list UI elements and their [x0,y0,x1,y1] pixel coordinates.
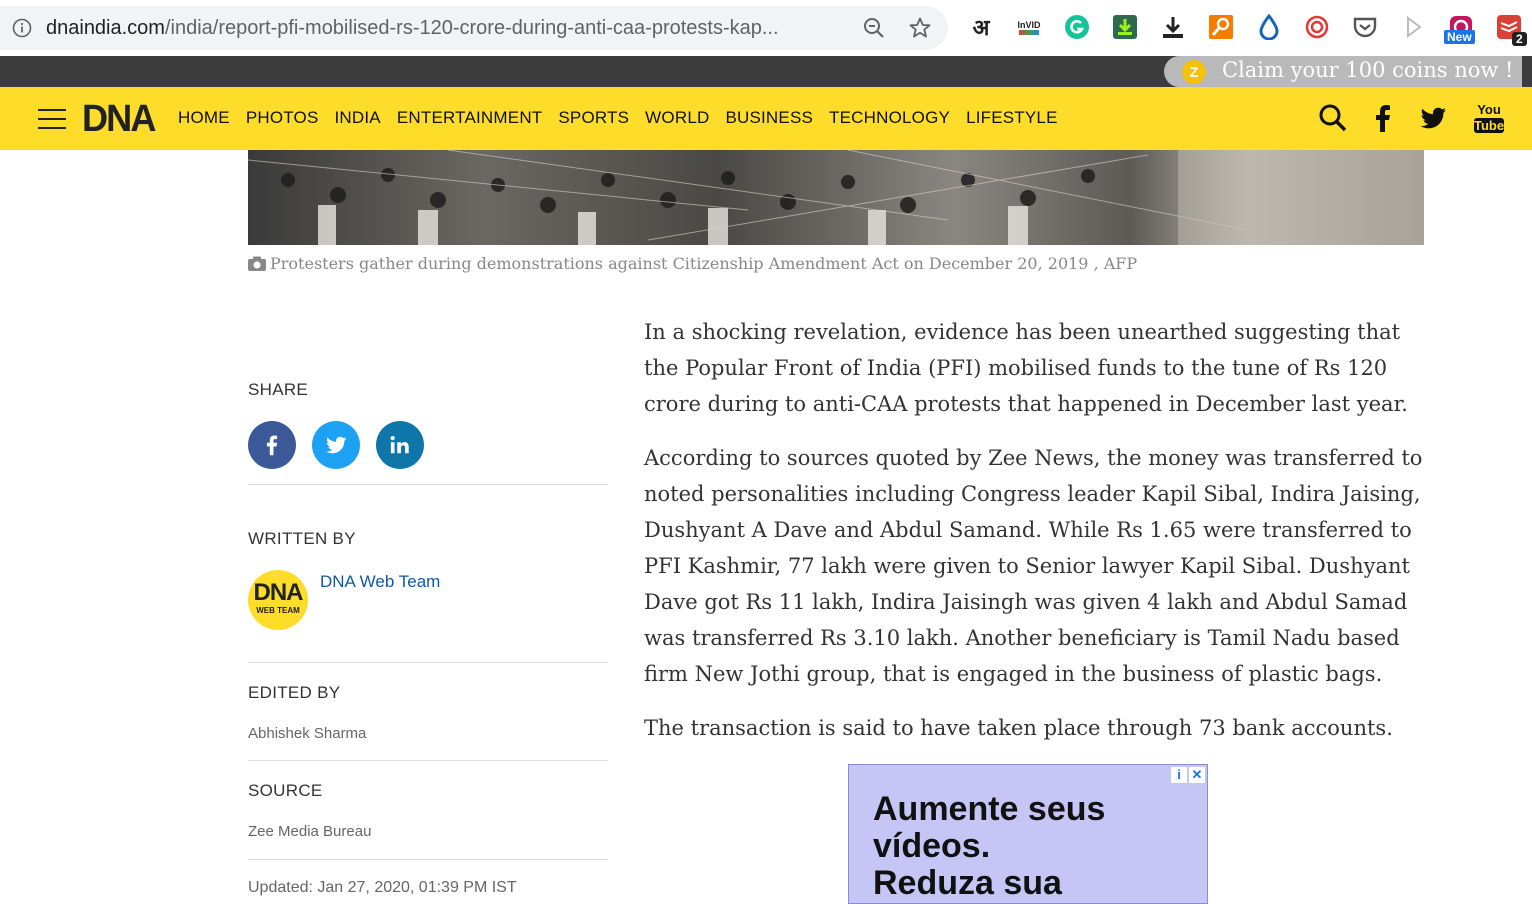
notification-count-badge: 2 [1512,32,1527,46]
article-paragraph: In a shocking revelation, evidence has b… [644,320,1408,416]
search-extension-icon[interactable] [1208,14,1234,40]
share-facebook-button[interactable] [248,421,296,469]
share-twitter-button[interactable] [312,421,360,469]
pocket-icon[interactable] [1352,14,1378,40]
invid-label: InVID [1017,19,1041,30]
new-badge: New [1444,30,1475,44]
author-avatar[interactable]: DNA WEB TEAM [248,570,308,630]
updated-timestamp: Updated: Jan 27, 2020, 01:39 PM IST [248,879,517,896]
article-paragraph: The transaction is said to have taken pl… [644,716,1393,740]
dna-logo[interactable]: DNA [82,98,156,141]
hindi-glyph: अ [972,15,990,40]
invid-extension-icon[interactable]: InVID [1016,14,1042,40]
source-label: SOURCE [248,781,323,800]
nav-link-world[interactable]: WORLD [645,108,709,128]
site-navbar: DNA HOME PHOTOS INDIA ENTERTAINMENT SPOR… [0,87,1532,150]
ad-line: Aumente seus [873,790,1106,828]
facebook-icon [266,435,278,456]
sidebar-divider [248,760,608,761]
ad-info-icon[interactable]: i [1171,767,1187,783]
youtube-icon[interactable]: You Tube [1474,103,1504,133]
avatar-logo-text: DNA [253,579,304,606]
water-drop-icon[interactable] [1256,14,1282,40]
download-icon[interactable] [1160,14,1186,40]
nav-link-sports[interactable]: SPORTS [558,108,629,128]
claim-coins-button[interactable]: Z Claim your 100 coins now ! [1164,56,1522,87]
nav-link-technology[interactable]: TECHNOLOGY [829,108,950,128]
download-manager-icon[interactable] [1112,14,1138,40]
nav-link-india[interactable]: INDIA [335,108,381,128]
written-by-label: WRITTEN BY [248,529,356,548]
url-host: dnaindia.com [46,17,165,39]
nav-link-photos[interactable]: PHOTOS [246,108,319,128]
hindi-extension-icon[interactable]: अ [968,14,994,40]
invid-bar [1019,29,1039,35]
article-body: In a shocking revelation, evidence has b… [644,314,1424,764]
protest-crowd-image [248,150,1424,245]
share-linkedin-button[interactable] [376,421,424,469]
todoist-icon[interactable]: 2 [1496,14,1527,46]
spiral-extension-icon[interactable] [1304,14,1330,40]
nav-link-business[interactable]: BUSINESS [725,108,813,128]
share-label: SHARE [248,380,309,399]
claim-coins-text: Claim your 100 coins now ! [1222,58,1514,82]
nav-link-entertainment[interactable]: ENTERTAINMENT [397,108,543,128]
image-caption: Protesters gather during demonstrations … [248,254,1137,273]
ad-line: vídeos. [873,827,991,865]
hero-image [248,150,1424,245]
ad-line: Reduza sua [873,864,1062,902]
nav-link-home[interactable]: HOME [178,108,230,128]
address-bar[interactable]: dnaindia.com/india/report-pfi-mobilised-… [0,6,948,50]
grammarly-icon[interactable] [1064,14,1090,40]
search-icon[interactable] [1318,103,1348,133]
new-extension-icon[interactable]: New [1444,14,1475,44]
ad-close-icon[interactable]: ✕ [1189,767,1205,783]
nav-link-lifestyle[interactable]: LIFESTYLE [966,108,1058,128]
url-text[interactable]: dnaindia.com/india/report-pfi-mobilised-… [46,17,846,40]
nav-links: HOME PHOTOS INDIA ENTERTAINMENT SPORTS W… [178,108,1074,128]
coin-banner: Z Claim your 100 coins now ! [0,56,1532,87]
coin-icon: Z [1182,60,1206,84]
youtube-label-top: You [1477,102,1501,117]
play-extension-icon[interactable] [1400,14,1426,40]
edited-by-label: EDITED BY [248,683,341,702]
source-name: Zee Media Bureau [248,823,372,840]
menu-icon[interactable] [38,109,66,129]
bookmark-star-icon[interactable] [908,16,932,40]
facebook-icon[interactable] [1368,103,1398,133]
article-paragraph: According to sources quoted by Zee News,… [644,446,1423,686]
twitter-icon[interactable] [1418,103,1448,133]
sidebar-divider [248,859,608,860]
camera-icon [248,256,266,271]
zoom-icon[interactable] [862,16,886,40]
editor-name: Abhishek Sharma [248,725,367,742]
ad-headline: Aumente seus vídeos. Reduza sua [873,791,1105,902]
avatar-subtext: WEB TEAM [256,606,300,615]
linkedin-icon [390,436,409,454]
youtube-label-bottom: Tube [1474,118,1505,133]
ad-controls: i ✕ [1171,767,1205,783]
site-info-icon[interactable] [12,18,32,38]
twitter-icon [326,436,347,454]
sidebar-divider [248,484,608,485]
advertisement[interactable]: i ✕ Aumente seus vídeos. Reduza sua [848,764,1208,904]
caption-text: Protesters gather during demonstrations … [270,254,1138,273]
browser-toolbar: dnaindia.com/india/report-pfi-mobilised-… [0,0,1532,56]
url-path: /india/report-pfi-mobilised-rs-120-crore… [164,17,779,39]
sidebar-divider [248,662,608,663]
author-link[interactable]: DNA Web Team [320,572,440,592]
